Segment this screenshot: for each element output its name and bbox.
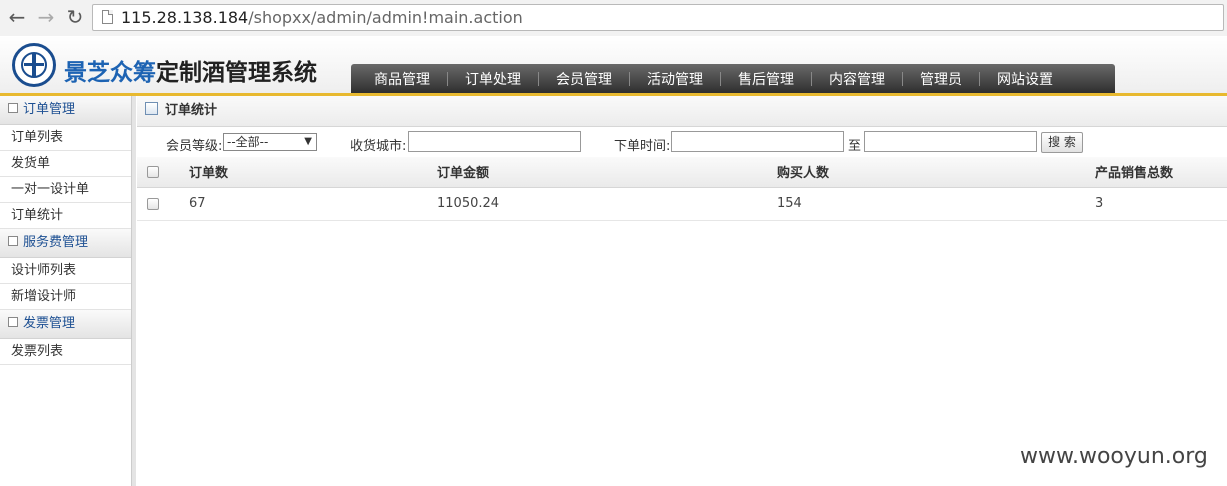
window-icon bbox=[145, 102, 158, 115]
sidebar-item-order-list[interactable]: 订单列表 bbox=[0, 125, 131, 151]
main-content: 订单统计 会员等级: --全部-- ▼ 收货城市: 下单时间: 至 搜 索 订单数… bbox=[137, 96, 1227, 486]
start-date-input[interactable] bbox=[671, 131, 844, 152]
stats-table: 订单数 订单金额 购买人数 产品销售总数 67 11050.24 154 3 bbox=[137, 157, 1227, 221]
reload-icon[interactable]: ↻ bbox=[64, 6, 86, 28]
group-checkbox-icon bbox=[8, 103, 18, 113]
sidebar: 订单管理 订单列表 发货单 一对一设计单 订单统计 服务费管理 设计师列表 新增… bbox=[0, 96, 132, 486]
nav-item-activities[interactable]: 活动管理 bbox=[630, 69, 720, 89]
column-header-buyer-count[interactable]: 购买人数 bbox=[776, 157, 1094, 188]
city-label: 收货城市: bbox=[350, 139, 407, 154]
nav-item-admins[interactable]: 管理员 bbox=[903, 69, 979, 89]
nav-item-settings[interactable]: 网站设置 bbox=[980, 69, 1070, 89]
member-level-label: 会员等级: bbox=[166, 139, 223, 154]
page-title: 订单统计 bbox=[165, 103, 218, 118]
column-header-order-amount[interactable]: 订单金额 bbox=[436, 157, 776, 188]
nav-item-content[interactable]: 内容管理 bbox=[812, 69, 902, 89]
table-header-row: 订单数 订单金额 购买人数 产品销售总数 bbox=[137, 157, 1227, 188]
order-time-label: 下单时间: bbox=[614, 139, 671, 154]
sidebar-group-service-fees[interactable]: 服务费管理 bbox=[0, 229, 131, 258]
forward-arrow-icon[interactable]: → bbox=[35, 6, 57, 28]
sidebar-group-orders[interactable]: 订单管理 bbox=[0, 96, 131, 125]
sidebar-item-order-stats[interactable]: 订单统计 bbox=[0, 203, 131, 229]
page-icon bbox=[102, 10, 113, 24]
nav-item-products[interactable]: 商品管理 bbox=[357, 69, 447, 89]
sidebar-group-invoices[interactable]: 发票管理 bbox=[0, 310, 131, 339]
page-title-bar: 订单统计 bbox=[137, 96, 1227, 127]
dropdown-arrow-icon: ▼ bbox=[304, 136, 312, 147]
nav-item-orders[interactable]: 订单处理 bbox=[448, 69, 538, 89]
cell-order-count: 67 bbox=[188, 187, 436, 221]
column-header-order-count[interactable]: 订单数 bbox=[188, 157, 436, 188]
url-text[interactable]: 115.28.138.184/shopxx/admin/admin!main.a… bbox=[121, 8, 523, 27]
select-all-checkbox[interactable] bbox=[147, 165, 159, 178]
browser-toolbar: ← → ↻ 115.28.138.184/shopxx/admin/admin!… bbox=[0, 0, 1227, 37]
city-input[interactable] bbox=[408, 131, 581, 152]
address-bar[interactable]: 115.28.138.184/shopxx/admin/admin!main.a… bbox=[92, 4, 1224, 31]
top-navigation: 商品管理 订单处理 会员管理 活动管理 售后管理 内容管理 管理员 网站设置 bbox=[351, 64, 1115, 94]
sidebar-item-designer-list[interactable]: 设计师列表 bbox=[0, 258, 131, 284]
member-level-select[interactable]: --全部-- ▼ bbox=[223, 133, 317, 151]
nav-item-members[interactable]: 会员管理 bbox=[539, 69, 629, 89]
filter-bar: 会员等级: --全部-- ▼ 收货城市: 下单时间: 至 搜 索 bbox=[137, 127, 1227, 157]
sidebar-item-design-orders[interactable]: 一对一设计单 bbox=[0, 177, 131, 203]
row-checkbox[interactable] bbox=[147, 197, 159, 210]
group-checkbox-icon bbox=[8, 236, 18, 246]
sidebar-divider[interactable] bbox=[132, 96, 136, 486]
column-header-sales-total[interactable]: 产品销售总数 bbox=[1094, 157, 1227, 188]
cell-order-amount: 11050.24 bbox=[436, 187, 776, 221]
group-checkbox-icon bbox=[8, 317, 18, 327]
cell-buyer-count: 154 bbox=[776, 187, 1094, 221]
sidebar-item-invoice-list[interactable]: 发票列表 bbox=[0, 339, 131, 365]
nav-item-aftersales[interactable]: 售后管理 bbox=[721, 69, 811, 89]
logo-icon bbox=[12, 43, 56, 87]
site-title: 景芝众筹定制酒管理系统 bbox=[64, 60, 317, 86]
table-row: 67 11050.24 154 3 bbox=[137, 187, 1227, 221]
end-date-input[interactable] bbox=[864, 131, 1037, 152]
sidebar-item-add-designer[interactable]: 新增设计师 bbox=[0, 284, 131, 310]
cell-sales-total: 3 bbox=[1094, 187, 1227, 221]
back-arrow-icon[interactable]: ← bbox=[6, 6, 28, 28]
to-label: 至 bbox=[848, 139, 862, 154]
watermark: www.wooyun.org bbox=[1020, 444, 1208, 469]
sidebar-item-shipping[interactable]: 发货单 bbox=[0, 151, 131, 177]
search-button[interactable]: 搜 索 bbox=[1041, 132, 1083, 153]
